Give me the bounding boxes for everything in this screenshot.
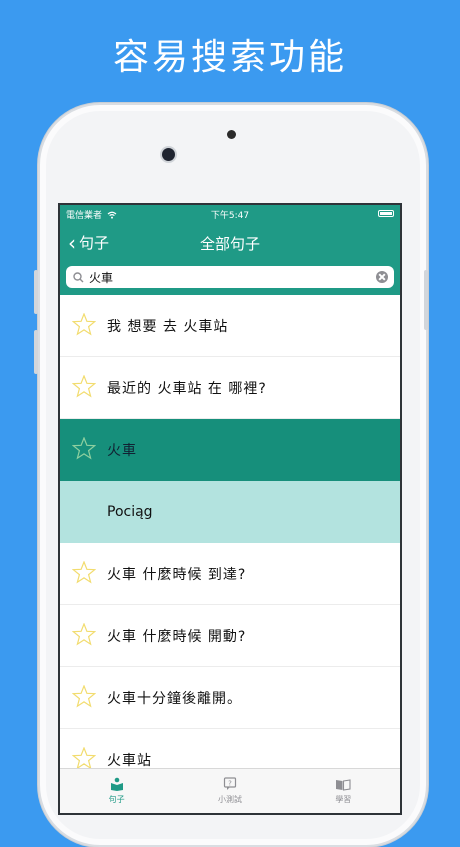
promo-headline: 容易搜索功能	[112, 37, 347, 78]
star-icon[interactable]	[72, 313, 96, 336]
sentence-text: 火車站	[107, 752, 152, 769]
earpiece	[227, 130, 236, 139]
battery-icon	[378, 210, 394, 217]
star-icon[interactable]	[72, 623, 96, 646]
app-screen: 電信業者 下午5:47 ‹ 句子 全部句子 我	[58, 203, 402, 815]
translation-text: Pociąg	[107, 504, 153, 520]
page-title: 全部句子	[199, 235, 260, 253]
book-person-icon	[110, 777, 123, 791]
navigation-bar: ‹ 句子 全部句子	[60, 223, 400, 263]
power-button	[424, 270, 428, 330]
star-icon[interactable]	[72, 437, 96, 460]
search-icon	[73, 271, 84, 282]
quiz-icon: ?	[223, 777, 237, 790]
search-input[interactable]	[89, 270, 376, 284]
sentence-text: 最近的 火車站 在 哪裡?	[107, 380, 267, 397]
sentence-text: 火車 什麼時候 開動?	[107, 628, 247, 645]
volume-down-button	[34, 330, 38, 374]
sentence-text: 我 想要 去 火車站	[107, 318, 229, 335]
star-icon[interactable]	[72, 561, 96, 584]
status-bar: 電信業者 下午5:47	[60, 205, 400, 223]
translation-row: Pociąg	[60, 481, 400, 543]
star-icon[interactable]	[72, 375, 96, 398]
sentence-list: 我 想要 去 火車站 最近的 火車站 在 哪裡? 火車 Pociąg 火車 什麼…	[60, 295, 400, 791]
tab-learn[interactable]: 學習	[287, 769, 400, 813]
star-icon[interactable]	[72, 685, 96, 708]
open-book-icon	[336, 778, 351, 791]
status-time: 下午5:47	[210, 211, 250, 221]
search-bar	[60, 263, 400, 295]
list-item[interactable]: 最近的 火車站 在 哪裡?	[60, 357, 400, 419]
back-label: 句子	[79, 234, 110, 252]
list-item-selected[interactable]: 火車	[60, 419, 400, 481]
sentence-text: 火車	[107, 443, 137, 459]
list-item[interactable]: 火車十分鐘後離開。	[60, 667, 400, 729]
svg-text:?: ?	[228, 779, 232, 787]
chevron-left-icon: ‹	[68, 230, 76, 255]
tab-label: 學習	[335, 794, 352, 804]
tab-bar: 句子 ? 小測試 學習	[60, 768, 400, 813]
list-item[interactable]: 我 想要 去 火車站	[60, 295, 400, 357]
front-camera	[162, 148, 175, 161]
search-box[interactable]	[66, 266, 394, 288]
volume-up-button	[34, 270, 38, 314]
list-item[interactable]: 火車 什麼時候 到達?	[60, 543, 400, 605]
tab-sentences[interactable]: 句子	[60, 769, 173, 813]
tab-label: 句子	[108, 795, 125, 804]
tab-quiz[interactable]: ? 小測試	[173, 769, 286, 813]
clear-search-icon[interactable]	[376, 271, 388, 283]
tab-label: 小測試	[217, 795, 242, 804]
list-item[interactable]: 火車 什麼時候 開動?	[60, 605, 400, 667]
star-icon[interactable]	[72, 747, 96, 770]
sentence-text: 火車 什麼時候 到達?	[107, 566, 247, 583]
sentence-text: 火車十分鐘後離開。	[107, 690, 242, 707]
back-button[interactable]: ‹ 句子	[68, 232, 109, 253]
